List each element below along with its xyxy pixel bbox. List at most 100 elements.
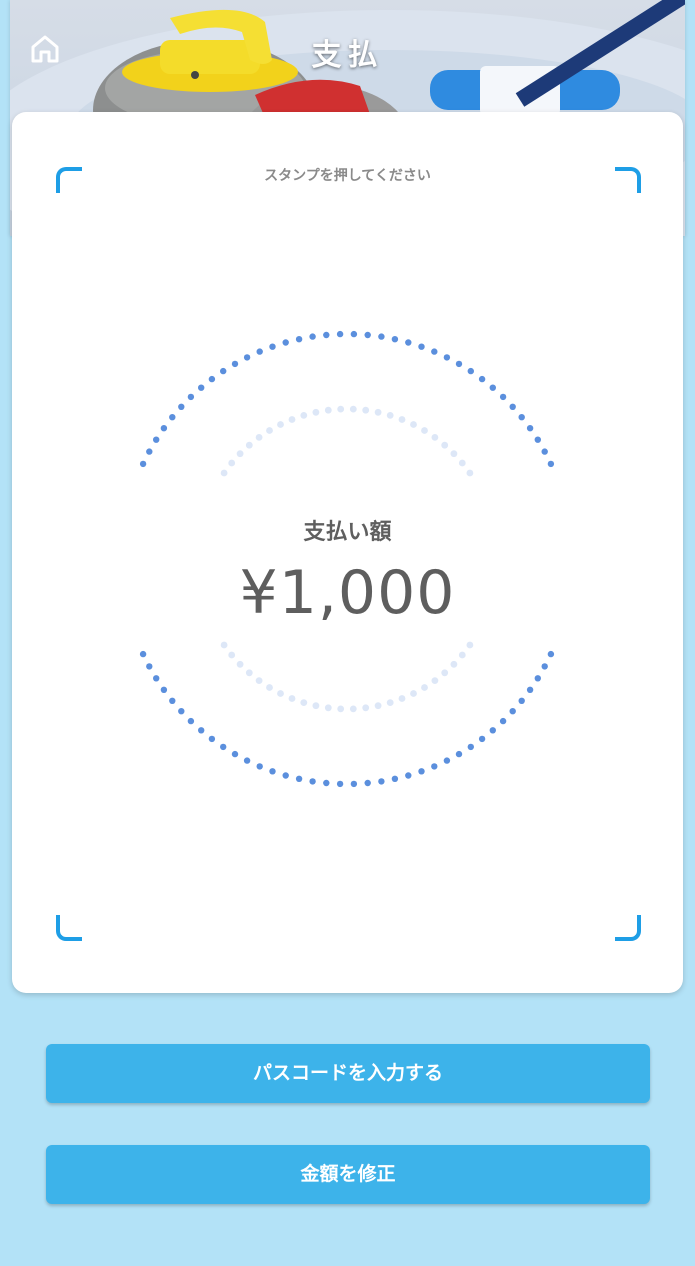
outer-ring-dot bbox=[243, 354, 251, 361]
inner-ring-dot bbox=[374, 408, 382, 416]
inner-ring-dot bbox=[398, 695, 406, 702]
outer-ring-dot bbox=[443, 757, 451, 764]
inner-ring-dot bbox=[255, 434, 263, 441]
outer-ring-dot bbox=[187, 393, 195, 401]
inner-ring-dot bbox=[255, 677, 263, 684]
inner-ring-dot bbox=[266, 427, 273, 434]
inner-ring-dot bbox=[228, 651, 236, 659]
inner-ring-dot bbox=[324, 704, 332, 712]
outer-ring-dot bbox=[350, 780, 358, 788]
inner-ring-dot bbox=[236, 450, 244, 458]
inner-ring-dot bbox=[466, 641, 474, 649]
amount-label: 支払い額 bbox=[303, 520, 392, 545]
inner-ring-dot bbox=[441, 441, 449, 449]
outer-ring-dot bbox=[160, 425, 168, 432]
outer-ring-dot bbox=[178, 403, 185, 410]
inner-ring-dot bbox=[466, 469, 474, 477]
inner-ring-dot bbox=[431, 434, 439, 441]
outer-ring-dot bbox=[309, 333, 316, 340]
outer-ring-dot bbox=[169, 697, 176, 704]
outer-ring-dot bbox=[455, 750, 463, 758]
inner-ring-dot bbox=[220, 641, 228, 649]
outer-ring-dot bbox=[391, 336, 399, 343]
inner-ring-dot bbox=[337, 705, 345, 713]
outer-ring-dot bbox=[256, 348, 263, 355]
outer-ring-dot bbox=[350, 330, 358, 338]
inner-ring-dot bbox=[450, 660, 458, 668]
outer-ring-dot bbox=[489, 384, 496, 391]
inner-ring-dot bbox=[374, 702, 382, 710]
outer-ring-dot bbox=[336, 330, 344, 338]
inner-ring-dot bbox=[398, 416, 406, 423]
outer-ring-dot bbox=[518, 414, 525, 421]
outer-ring-dot bbox=[378, 778, 385, 785]
inner-ring-dot bbox=[458, 651, 466, 659]
outer-ring-dot bbox=[391, 775, 399, 782]
outer-ring-dot bbox=[431, 348, 438, 355]
outer-ring-dot bbox=[282, 339, 289, 346]
outer-ring-dot bbox=[478, 375, 486, 383]
outer-ring-dot bbox=[169, 414, 176, 421]
stamp-target-rings bbox=[139, 330, 555, 788]
outer-ring-dot bbox=[509, 708, 516, 715]
outer-ring-dot bbox=[146, 663, 153, 670]
outer-ring-dot bbox=[455, 360, 463, 368]
inner-ring-dot bbox=[421, 427, 428, 434]
inner-ring-dot bbox=[277, 690, 284, 697]
enter-passcode-button[interactable]: パスコードを入力する bbox=[46, 1044, 650, 1103]
outer-ring-dot bbox=[336, 780, 344, 788]
outer-ring-dot bbox=[208, 375, 216, 383]
inner-ring-dot bbox=[386, 412, 394, 419]
inner-ring-dot bbox=[386, 699, 394, 706]
inner-ring-dot bbox=[324, 406, 332, 414]
outer-ring-dot bbox=[378, 333, 385, 340]
outer-ring-dot bbox=[499, 717, 507, 725]
outer-ring-dot bbox=[178, 708, 185, 715]
inner-ring-dot bbox=[431, 677, 439, 684]
outer-ring-dot bbox=[518, 697, 525, 704]
outer-ring-dot bbox=[534, 675, 541, 682]
outer-ring-dot bbox=[269, 343, 276, 350]
outer-ring-dot bbox=[295, 775, 303, 782]
outer-ring-dot bbox=[139, 460, 147, 468]
outer-ring-dot bbox=[139, 650, 147, 658]
outer-ring-dot bbox=[208, 735, 216, 743]
inner-ring-dot bbox=[266, 684, 273, 691]
inner-ring-dot bbox=[288, 416, 296, 423]
inner-ring-dot bbox=[349, 705, 357, 713]
inner-ring-dot bbox=[312, 702, 320, 710]
inner-ring-dot bbox=[458, 459, 466, 467]
inner-ring-dot bbox=[450, 450, 458, 458]
outer-ring-dot bbox=[526, 425, 534, 432]
inner-ring-dot bbox=[220, 469, 228, 477]
outer-ring-dot bbox=[489, 727, 496, 734]
outer-ring-dot bbox=[282, 772, 289, 779]
outer-ring-dot bbox=[509, 403, 516, 410]
outer-ring-dot bbox=[364, 779, 371, 787]
outer-ring-dot bbox=[187, 717, 195, 725]
inner-ring-dot bbox=[300, 699, 308, 706]
outer-ring-dot bbox=[431, 763, 438, 770]
inner-ring-dot bbox=[349, 405, 357, 413]
outer-ring-dot bbox=[269, 768, 276, 775]
outer-ring-dot bbox=[418, 768, 425, 775]
outer-ring-dot bbox=[198, 727, 205, 734]
outer-ring-dot bbox=[467, 367, 474, 375]
inner-ring-dot bbox=[362, 704, 370, 712]
outer-ring-dot bbox=[220, 743, 227, 751]
inner-ring-dot bbox=[277, 421, 284, 428]
outer-ring-dot bbox=[534, 436, 541, 443]
outer-ring-dot bbox=[231, 750, 239, 758]
outer-ring-dot bbox=[256, 763, 263, 770]
outer-ring-dot bbox=[499, 393, 507, 401]
edit-amount-button[interactable]: 金額を修正 bbox=[46, 1145, 650, 1204]
page-title: 支払 bbox=[311, 38, 384, 73]
outer-ring-dot bbox=[405, 772, 412, 779]
stamp-card[interactable]: スタンプを押してください 支払い額 ¥1,000 bbox=[12, 112, 683, 993]
inner-ring-dot bbox=[410, 421, 417, 428]
inner-ring-dot bbox=[410, 690, 417, 697]
inner-ring-dot bbox=[300, 412, 308, 419]
inner-ring-dot bbox=[312, 408, 320, 416]
outer-ring-dot bbox=[146, 448, 153, 455]
outer-ring-dot bbox=[153, 675, 160, 682]
